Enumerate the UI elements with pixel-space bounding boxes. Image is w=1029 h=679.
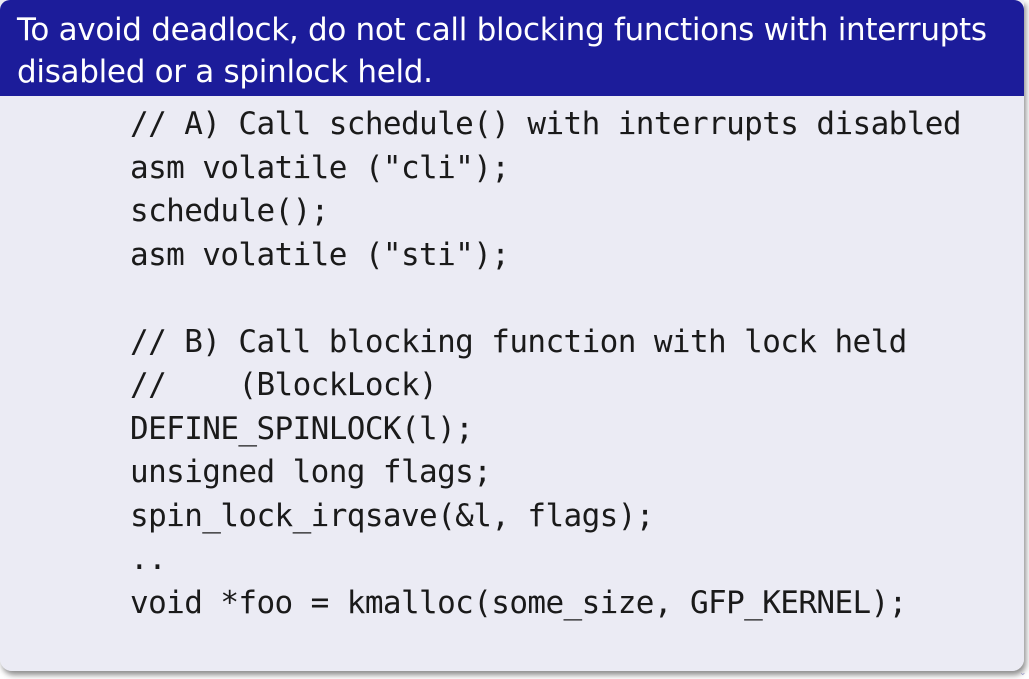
- block-title-line-1: To avoid deadlock, do not call blocking …: [17, 12, 987, 48]
- code-line: // A) Call schedule() with interrupts di…: [130, 106, 962, 142]
- slide-block: To avoid deadlock, do not call blocking …: [0, 0, 1024, 671]
- block-title: To avoid deadlock, do not call blocking …: [0, 0, 1024, 96]
- block-title-line-2: disabled or a spinlock held.: [17, 54, 433, 90]
- code-line: ..: [130, 541, 167, 577]
- code-listing: // A) Call schedule() with interrupts di…: [130, 103, 962, 625]
- code-line: DEFINE_SPINLOCK(l);: [130, 410, 474, 447]
- code-line: asm volatile ("cli");: [130, 149, 510, 186]
- code-line: unsigned long flags;: [130, 454, 492, 490]
- code-line: void *foo = kmalloc(some_size, GFP_KERNE…: [130, 584, 907, 621]
- chevron-down-icon[interactable]: ⌄: [1019, 669, 1027, 678]
- code-line: spin_lock_irqsave(&l, flags);: [130, 497, 654, 534]
- code-line: schedule();: [130, 193, 329, 229]
- code-line: // (BlockLock): [130, 367, 438, 403]
- code-line: // B) Call blocking function with lock h…: [130, 323, 907, 360]
- code-line: asm volatile ("sti");: [130, 236, 510, 273]
